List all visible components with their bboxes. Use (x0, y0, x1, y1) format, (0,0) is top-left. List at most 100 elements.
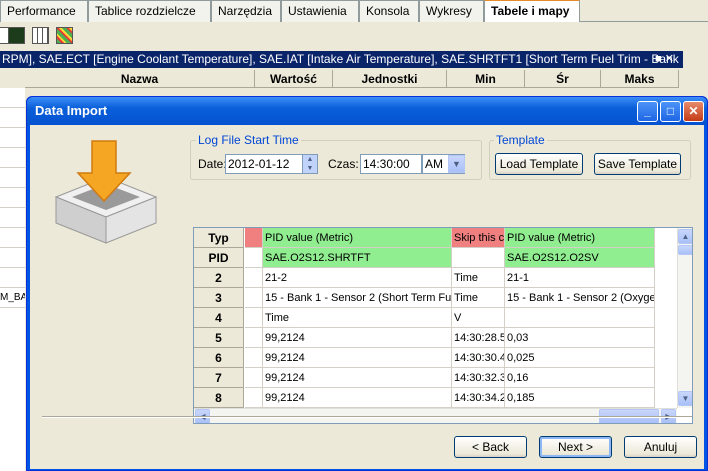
col-header-name[interactable]: Nazwa (25, 70, 255, 88)
col-header-min[interactable]: Min (447, 70, 525, 88)
grid-cell[interactable] (245, 308, 263, 328)
list-item[interactable]: M_BA (0, 288, 25, 308)
chart-icon[interactable] (8, 27, 25, 44)
close-button[interactable]: ✕ (683, 101, 704, 122)
grid-cell[interactable]: SAE.O2S12.O2SV (505, 248, 655, 268)
list-item[interactable] (0, 268, 25, 288)
tab-performance[interactable]: Performance (0, 0, 88, 22)
minimize-button[interactable]: _ (637, 101, 658, 122)
dialog-title: Data Import (35, 103, 108, 118)
grid-cell[interactable]: 15 - Bank 1 - Sensor 2 (Oxygen Sensor Vo… (505, 288, 655, 308)
date-label: Date: (198, 157, 227, 171)
grid-cell[interactable]: 0,025 (505, 348, 655, 368)
scroll-down-icon[interactable]: ▼ (678, 391, 692, 406)
grid-cell[interactable]: 15 - Bank 1 - Sensor 2 (Short Term Fuel … (263, 288, 452, 308)
row-header[interactable]: 4 (194, 308, 244, 328)
grid-cell[interactable]: Time (452, 288, 505, 308)
grid-cell[interactable]: Time (263, 308, 452, 328)
tab-dashboards[interactable]: Tablice rozdzielcze (88, 0, 211, 22)
grid-cell[interactable]: 0,16 (505, 368, 655, 388)
col-header-avg[interactable]: Śr (525, 70, 601, 88)
row-header[interactable]: 5 (194, 328, 244, 348)
list-item[interactable] (0, 188, 25, 208)
scroll-up-icon[interactable]: ▲ (678, 229, 692, 244)
grid-cell[interactable]: 14:30:34.2 (452, 388, 505, 408)
list-item[interactable] (0, 88, 25, 108)
list-item[interactable] (0, 128, 25, 148)
list-item[interactable] (0, 228, 25, 248)
grid-cell[interactable]: 0,185 (505, 388, 655, 408)
tab-tools[interactable]: Narzędzia (211, 0, 281, 22)
main-tabbar: Performance Tablice rozdzielcze Narzędzi… (0, 0, 708, 22)
grid-cell[interactable]: Skip this column (452, 228, 505, 248)
save-template-button[interactable]: Save Template (594, 153, 681, 175)
bar-window-buttons[interactable]: ■ ✕ (655, 52, 681, 67)
data-import-dialog: Data Import _ □ ✕ Log File Start Time Da… (26, 96, 708, 471)
grid-cell[interactable] (245, 228, 263, 248)
tab-settings[interactable]: Ustawienia (281, 0, 359, 22)
grid-cell[interactable]: 14:30:28.5 (452, 328, 505, 348)
toolbar (0, 23, 708, 47)
grid-cell[interactable]: 0,03 (505, 328, 655, 348)
log-start-legend: Log File Start Time (196, 133, 301, 147)
maximize-button[interactable]: □ (660, 101, 681, 122)
grid-cell[interactable]: PID value (Metric) (263, 228, 452, 248)
load-template-button[interactable]: Load Template (495, 153, 583, 175)
col-header-max[interactable]: Maks (601, 70, 679, 88)
grid-cell[interactable]: 99,2124 (263, 348, 452, 368)
grid-cell[interactable]: 21-2 (263, 268, 452, 288)
grid-cell[interactable]: 99,2124 (263, 388, 452, 408)
list-item[interactable] (0, 108, 25, 128)
vertical-scrollbar[interactable]: ▲ ▼ (677, 228, 692, 408)
table-icon[interactable] (32, 27, 49, 44)
grid-cell[interactable] (245, 268, 263, 288)
grid-cell[interactable]: PID value (Metric) (505, 228, 655, 248)
row-header[interactable]: PID (194, 248, 244, 268)
grid-cell[interactable]: 14:30:32.3 (452, 368, 505, 388)
time-label: Czas: (328, 157, 359, 171)
back-button[interactable]: < Back (454, 436, 527, 458)
tab-charts[interactable]: Wykresy (419, 0, 484, 22)
chevron-down-icon[interactable]: ▼ (448, 155, 465, 173)
grid-cell[interactable]: Time (452, 268, 505, 288)
row-header[interactable]: 6 (194, 348, 244, 368)
dialog-titlebar[interactable]: Data Import _ □ ✕ (27, 97, 707, 125)
row-header[interactable]: 2 (194, 268, 244, 288)
scroll-thumb[interactable] (678, 245, 692, 255)
list-item[interactable] (0, 148, 25, 168)
cancel-button[interactable]: Anuluj (624, 436, 697, 458)
row-header[interactable]: 7 (194, 368, 244, 388)
grid-cell[interactable] (245, 348, 263, 368)
grid-cell[interactable] (245, 328, 263, 348)
tab-tables-maps[interactable]: Tabele i mapy (484, 0, 580, 22)
parameters-bar: RPM], SAE.ECT [Engine Coolant Temperatur… (0, 51, 683, 68)
grid-cell[interactable]: 21-1 (505, 268, 655, 288)
list-item[interactable] (0, 248, 25, 268)
row-header[interactable]: 3 (194, 288, 244, 308)
import-preview-grid[interactable]: TypPID value (Metric)Skip this columnPID… (193, 227, 693, 424)
row-header[interactable]: 8 (194, 388, 244, 408)
tab-console[interactable]: Konsola (359, 0, 419, 22)
grid-cell[interactable] (505, 308, 655, 328)
date-spinner[interactable]: ▲ ▼ (302, 155, 317, 173)
grid-cell[interactable] (452, 248, 505, 268)
list-item[interactable] (0, 168, 25, 188)
col-header-value[interactable]: Wartość (255, 70, 333, 88)
col-header-units[interactable]: Jednostki (333, 70, 447, 88)
list-item[interactable] (0, 208, 25, 228)
grid-cell[interactable] (245, 288, 263, 308)
grid-cell[interactable]: V (452, 308, 505, 328)
grid-cell[interactable]: 99,2124 (263, 368, 452, 388)
grid-cell[interactable]: 14:30:30.4 (452, 348, 505, 368)
grid-cell[interactable]: 99,2124 (263, 328, 452, 348)
separator (42, 416, 692, 418)
grid-cell[interactable] (245, 368, 263, 388)
heatmap-icon[interactable] (56, 27, 73, 44)
grid-cell[interactable] (245, 248, 263, 268)
import-icon (54, 140, 158, 244)
row-header[interactable]: Typ (194, 228, 244, 248)
next-button[interactable]: Next > (539, 436, 612, 458)
grid-cell[interactable] (245, 388, 263, 408)
time-field[interactable]: 14:30:00 (360, 154, 422, 174)
grid-cell[interactable]: SAE.O2S12.SHRTFT (263, 248, 452, 268)
